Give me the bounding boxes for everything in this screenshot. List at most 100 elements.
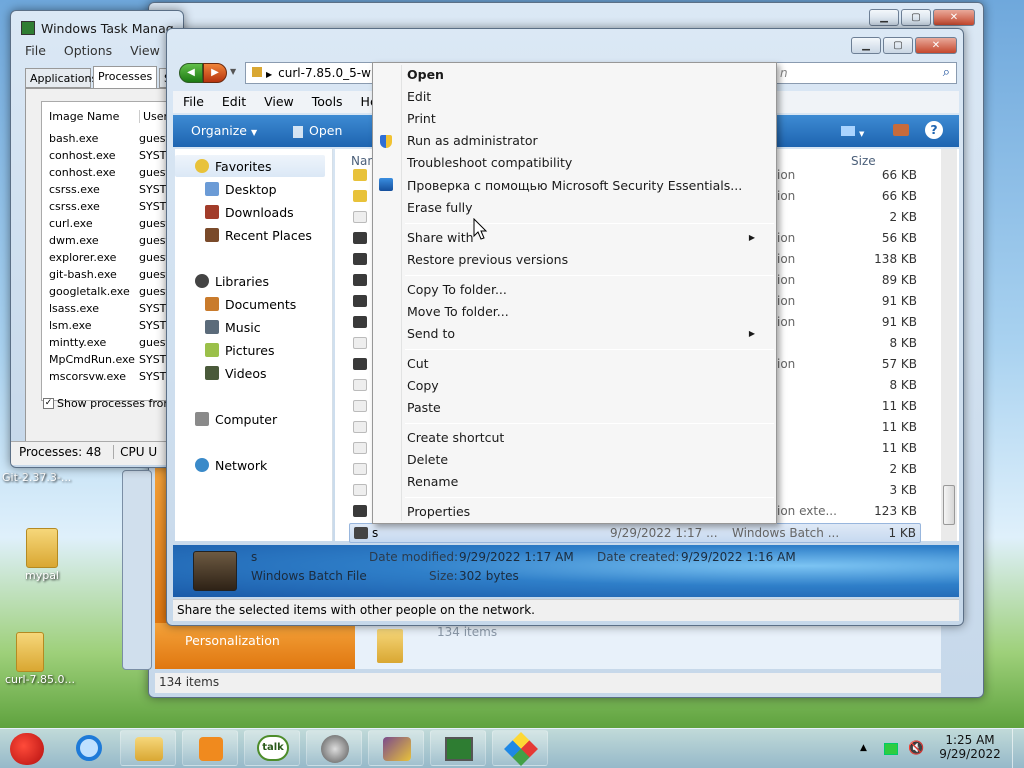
show-desktop-button[interactable]	[1012, 729, 1024, 768]
menu-item-erase-fully[interactable]: Erase fully	[407, 198, 473, 218]
menu-item-delete[interactable]: Delete	[407, 450, 448, 470]
chevron-down-icon: ▼	[250, 128, 258, 137]
process-name[interactable]: conhost.exe	[49, 164, 116, 181]
volume-muted-icon[interactable]: 🔇	[908, 741, 924, 756]
network-tray-icon[interactable]	[884, 743, 898, 755]
scrollbar-thumb[interactable]	[943, 485, 955, 525]
maximize-button[interactable]: ▢	[883, 37, 913, 54]
address-bar[interactable]: ▶ curl-7.85.0_5-w	[245, 62, 375, 84]
menu-file[interactable]: File	[183, 94, 204, 109]
taskbar-task-manager[interactable]	[430, 730, 486, 766]
desktop-icon-git[interactable]: Git-2.37.3-...	[2, 470, 82, 494]
menu-edit[interactable]: Edit	[222, 94, 246, 109]
process-name[interactable]: mscorsvw.exe	[49, 368, 126, 385]
vertical-scrollbar[interactable]	[941, 149, 957, 541]
taskbar-ie[interactable]	[66, 733, 112, 765]
taskbar-explorer[interactable]	[120, 730, 176, 766]
selected-file-row[interactable]: s 9/29/2022 1:17 ... Windows Batch ... 1…	[349, 523, 921, 543]
desktop-icon-label: curl-7.85.0...	[4, 673, 76, 686]
menu-item-run-as-admin[interactable]: Run as administrator	[407, 131, 538, 151]
column-header-image-name[interactable]: Image Name	[49, 110, 119, 123]
status-text: 134 items	[159, 675, 220, 689]
menu-item-print[interactable]: Print	[407, 109, 436, 129]
close-button[interactable]: ✕	[933, 9, 975, 26]
menu-item-paste[interactable]: Paste	[407, 398, 441, 418]
menu-item-share-with[interactable]: Share with ▶	[407, 228, 767, 248]
process-name[interactable]: curl.exe	[49, 215, 93, 232]
desktop-icon-label: Git-2.37.3-...	[2, 471, 72, 484]
menu-item-copy-to-folder[interactable]: Copy To folder...	[407, 280, 507, 300]
menu-tools[interactable]: Tools	[312, 94, 343, 109]
file-icon	[353, 274, 367, 286]
menu-item-troubleshoot[interactable]: Troubleshoot compatibility	[407, 153, 572, 173]
menu-view[interactable]: View	[130, 43, 160, 58]
menu-item-copy[interactable]: Copy	[407, 376, 439, 396]
preview-pane-button[interactable]	[893, 124, 909, 136]
back-window-status: 134 items	[155, 673, 941, 693]
process-name[interactable]: MpCmdRun.exe	[49, 351, 135, 368]
view-options-button[interactable]: ▼	[841, 124, 869, 138]
file-icon	[353, 190, 367, 202]
desktop-icon-mypal[interactable]: mypal	[14, 528, 70, 598]
context-menu[interactable]: Open Edit Print Run as administrator Tro…	[372, 62, 777, 524]
category-panel[interactable]: Personalization	[155, 623, 355, 669]
menu-options[interactable]: Options	[64, 43, 112, 58]
chevron-down-icon: ▼	[859, 130, 865, 138]
faint-item-count: 134 items	[437, 625, 498, 639]
process-name[interactable]: conhost.exe	[49, 147, 116, 164]
show-hidden-icons-button[interactable]: ▲	[860, 743, 867, 753]
search-input[interactable]: n ⌕	[773, 62, 957, 84]
taskbar-app[interactable]	[492, 730, 548, 766]
menu-item-rename[interactable]: Rename	[407, 472, 458, 492]
details-pane: s Windows Batch File Date modified: 9/29…	[173, 545, 959, 597]
file-type: ion exte...	[777, 504, 837, 518]
back-button[interactable]: ◀	[179, 63, 203, 83]
tab-strip: Applications Processes S	[25, 66, 183, 88]
process-name[interactable]: explorer.exe	[49, 249, 116, 266]
tab-applications[interactable]: Applications	[25, 68, 97, 88]
menu-item-open[interactable]: Open	[407, 65, 444, 85]
task-manager-window[interactable]: Windows Task Manag File Options View H A…	[10, 10, 184, 468]
maximize-button[interactable]: ▢	[901, 9, 931, 26]
menu-item-move-to-folder[interactable]: Move To folder...	[407, 302, 509, 322]
process-name[interactable]: csrss.exe	[49, 181, 100, 198]
close-button[interactable]: ✕	[915, 37, 957, 54]
process-name[interactable]: bash.exe	[49, 130, 98, 147]
minimize-button[interactable]: ▁	[851, 37, 881, 54]
menu-item-edit[interactable]: Edit	[407, 87, 431, 107]
taskbar-raccoon[interactable]	[306, 730, 362, 766]
desktop-icon-curl[interactable]: curl-7.85.0...	[2, 632, 78, 700]
menu-item-label: Send to	[407, 326, 456, 341]
menu-item-properties[interactable]: Properties	[407, 502, 470, 522]
taskbar-paint[interactable]	[368, 730, 424, 766]
menu-view[interactable]: View	[264, 94, 294, 109]
menu-gutter	[401, 65, 402, 521]
show-all-processes-checkbox[interactable]: ✓ Show processes from a	[43, 397, 183, 410]
process-name[interactable]: lsass.exe	[49, 300, 99, 317]
minimize-button[interactable]: ▁	[869, 9, 899, 26]
menu-file[interactable]: File	[25, 43, 46, 58]
process-name[interactable]: git-bash.exe	[49, 266, 117, 283]
file-icon	[353, 232, 367, 244]
forward-button[interactable]: ▶	[203, 63, 227, 83]
menu-item-send-to[interactable]: Send to ▶	[407, 324, 767, 344]
tab-processes[interactable]: Processes	[93, 66, 157, 88]
help-icon[interactable]: ?	[925, 121, 943, 139]
process-name[interactable]: googletalk.exe	[49, 283, 130, 300]
menu-item-create-shortcut[interactable]: Create shortcut	[407, 428, 504, 448]
menu-item-restore-versions[interactable]: Restore previous versions	[407, 250, 568, 270]
taskbar-media[interactable]	[182, 730, 238, 766]
taskbar-googletalk[interactable]: talk	[244, 730, 300, 766]
menu-item-cut[interactable]: Cut	[407, 354, 429, 374]
organize-button[interactable]: Organize ▼	[191, 123, 257, 138]
start-button[interactable]	[4, 729, 50, 768]
process-name[interactable]: mintty.exe	[49, 334, 106, 351]
clock[interactable]: 1:25 AM 9/29/2022	[930, 733, 1010, 761]
menu-item-mse-scan[interactable]: Проверка с помощью Microsoft Security Es…	[407, 176, 742, 196]
open-button[interactable]: Open	[293, 123, 342, 138]
recent-pages-dropdown[interactable]: ▼	[230, 67, 236, 76]
process-name[interactable]: lsm.exe	[49, 317, 92, 334]
process-name[interactable]: dwm.exe	[49, 232, 99, 249]
media-player-icon	[199, 737, 223, 761]
process-name[interactable]: csrss.exe	[49, 198, 100, 215]
